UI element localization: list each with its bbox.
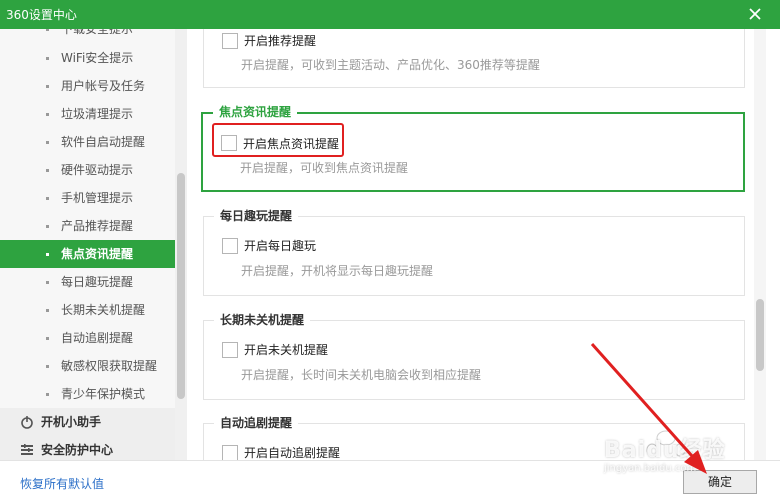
title-bar: 360设置中心 [0,0,780,29]
bullet-icon [46,141,49,144]
group-product-recommend: 开启推荐提醒 开启提醒，可收到主题活动、产品优化、360推荐等提醒 [203,29,745,88]
bullet-icon [46,309,49,312]
daily-fun-description: 开启提醒，开机将显示每日趣玩提醒 [241,264,434,278]
bullet-icon [46,197,49,200]
bullet-icon [46,281,49,284]
recommend-description: 开启提醒，可收到主题活动、产品优化、360推荐等提醒 [241,58,540,72]
settings-content: 开启推荐提醒 开启提醒，可收到主题活动、产品优化、360推荐等提醒 焦点资讯提醒… [187,29,780,460]
content-scrollbar-track[interactable] [754,29,766,460]
sidebar-item-phone-management[interactable]: 手机管理提示 [0,184,175,212]
group-focus-news: 焦点资讯提醒 开启焦点资讯提醒 开启提醒，可收到焦点资讯提醒 [201,105,745,192]
watermark-url: jingyan.baidu.com [604,463,697,474]
focus-news-group-title: 焦点资讯提醒 [213,105,298,119]
annotation-red-box [212,123,344,157]
bullet-icon [46,85,49,88]
sidebar-item-daily-fun[interactable]: 每日趣玩提醒 [0,268,175,296]
bullet-icon [46,113,49,116]
bullet-icon [46,57,49,60]
sidebar-item-teen-mode[interactable]: 青少年保护模式 [0,380,175,408]
bullet-icon [46,365,49,368]
bullet-icon [46,337,49,340]
sidebar-item-sensitive-permission[interactable]: 敏感权限获取提醒 [0,352,175,380]
auto-series-checkbox[interactable] [222,445,238,460]
sidebar-item-download-security[interactable]: 下载安全提示 [0,29,175,43]
sidebar-item-focus-news[interactable]: 焦点资讯提醒 [0,240,175,268]
shield-icon [21,444,33,455]
auto-series-group-title: 自动追剧提醒 [214,416,299,430]
daily-fun-checkbox[interactable] [222,238,238,254]
bullet-icon [46,29,49,31]
group-long-uptime: 长期未关机提醒 开启未关机提醒 开启提醒，长时间未关机电脑会收到相应提醒 [203,313,745,400]
long-uptime-checkbox-label[interactable]: 开启未关机提醒 [244,342,328,358]
bullet-icon [46,169,49,172]
window-title: 360设置中心 [6,8,77,22]
sidebar-item-wifi-security[interactable]: WiFi安全提示 [0,44,175,72]
long-uptime-checkbox[interactable] [222,342,238,358]
sidebar-category-boot-assistant[interactable]: 开机小助手 [0,408,175,436]
bullet-icon [46,253,49,256]
sidebar-category-security-center[interactable]: 安全防护中心 [0,436,175,460]
sidebar-item-auto-series[interactable]: 自动追剧提醒 [0,324,175,352]
group-daily-fun: 每日趣玩提醒 开启每日趣玩 开启提醒，开机将显示每日趣玩提醒 [203,209,745,296]
sidebar-scrollbar-thumb[interactable] [177,173,185,399]
sidebar-item-account-tasks[interactable]: 用户帐号及任务 [0,72,175,100]
bullet-icon [46,393,49,396]
content-scrollbar-thumb[interactable] [756,299,764,371]
daily-fun-group-title: 每日趣玩提醒 [214,209,299,223]
bullet-icon [46,225,49,228]
power-icon [21,416,33,429]
sidebar-item-software-autostart[interactable]: 软件自启动提醒 [0,128,175,156]
restore-defaults-link[interactable]: 恢复所有默认值 [20,475,104,492]
long-uptime-group-title: 长期未关机提醒 [214,313,311,327]
watermark-brand: Baidu经验 [604,438,726,463]
sidebar: 下载安全提示 WiFi安全提示 用户帐号及任务 垃圾清理提示 软件自启动提醒 硬… [0,29,187,460]
daily-fun-checkbox-label[interactable]: 开启每日趣玩 [244,238,316,254]
close-icon[interactable] [744,3,766,25]
long-uptime-description: 开启提醒，长时间未关机电脑会收到相应提醒 [241,368,482,382]
auto-series-checkbox-label[interactable]: 开启自动追剧提醒 [244,445,340,460]
sidebar-item-product-recommend[interactable]: 产品推荐提醒 [0,212,175,240]
sidebar-item-junk-cleanup[interactable]: 垃圾清理提示 [0,100,175,128]
sidebar-item-long-uptime[interactable]: 长期未关机提醒 [0,296,175,324]
recommend-checkbox-label[interactable]: 开启推荐提醒 [244,33,316,49]
focus-news-description: 开启提醒，可收到焦点资讯提醒 [240,161,409,175]
sidebar-item-hardware-driver[interactable]: 硬件驱动提示 [0,156,175,184]
recommend-checkbox[interactable] [222,33,238,49]
